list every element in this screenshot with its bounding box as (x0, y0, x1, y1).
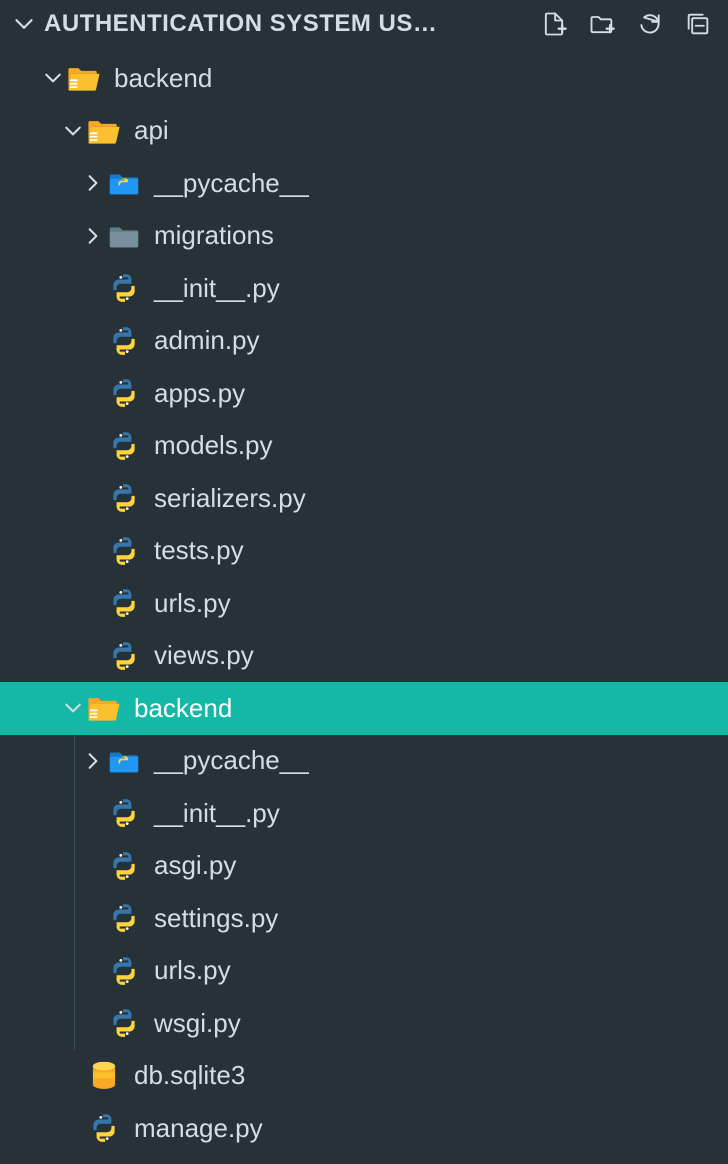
tree-row[interactable]: settings.py (0, 892, 728, 945)
chevron-down-icon[interactable] (60, 695, 86, 721)
file-tree: backend api __pycache__ migrations __init__.… (0, 48, 728, 1155)
tree-row[interactable]: urls.py (0, 577, 728, 630)
folder-open-icon (66, 60, 102, 96)
tree-row[interactable]: tests.py (0, 525, 728, 578)
folder-open-icon (86, 113, 122, 149)
chevron-down-icon[interactable] (60, 118, 86, 144)
python-icon (106, 533, 142, 569)
python-icon (106, 848, 142, 884)
indent-guide (74, 945, 75, 998)
python-icon (106, 375, 142, 411)
explorer-actions (536, 6, 720, 42)
tree-item-label: admin.py (154, 325, 260, 356)
refresh-icon[interactable] (632, 6, 668, 42)
new-file-icon[interactable] (536, 6, 572, 42)
tree-row[interactable]: __init__.py (0, 262, 728, 315)
tree-item-label: migrations (154, 220, 274, 251)
chevron-right-icon[interactable] (80, 223, 106, 249)
tree-item-label: backend (114, 63, 212, 94)
chevron-down-icon[interactable] (40, 65, 66, 91)
tree-item-label: urls.py (154, 955, 231, 986)
tree-item-label: tests.py (154, 535, 244, 566)
indent-guide (74, 840, 75, 893)
python-icon (106, 270, 142, 306)
new-folder-icon[interactable] (584, 6, 620, 42)
collapse-all-icon[interactable] (680, 6, 716, 42)
python-icon (106, 900, 142, 936)
python-icon (106, 638, 142, 674)
python-icon (106, 585, 142, 621)
tree-row[interactable]: api (0, 105, 728, 158)
python-icon (86, 1110, 122, 1146)
database-icon (86, 1058, 122, 1094)
tree-item-label: db.sqlite3 (134, 1060, 245, 1091)
python-icon (106, 480, 142, 516)
tree-row[interactable]: views.py (0, 630, 728, 683)
tree-row[interactable]: asgi.py (0, 840, 728, 893)
tree-row[interactable]: admin.py (0, 315, 728, 368)
tree-item-label: __init__.py (154, 273, 280, 304)
folder-open-icon (86, 690, 122, 726)
tree-item-label: urls.py (154, 588, 231, 619)
indent-guide (74, 787, 75, 840)
tree-row[interactable]: backend (0, 682, 728, 735)
tree-item-label: serializers.py (154, 483, 306, 514)
indent-guide (74, 892, 75, 945)
tree-item-label: settings.py (154, 903, 278, 934)
tree-item-label: __pycache__ (154, 745, 309, 776)
python-icon (106, 428, 142, 464)
tree-row[interactable]: urls.py (0, 945, 728, 998)
python-icon (106, 795, 142, 831)
indent-guide (74, 735, 75, 788)
indent-guide (74, 997, 75, 1050)
tree-item-label: __init__.py (154, 798, 280, 829)
tree-row[interactable]: migrations (0, 210, 728, 263)
tree-item-label: views.py (154, 640, 254, 671)
tree-row[interactable]: apps.py (0, 367, 728, 420)
tree-item-label: backend (134, 693, 232, 724)
tree-item-label: asgi.py (154, 850, 236, 881)
python-icon (106, 953, 142, 989)
tree-row[interactable]: manage.py (0, 1102, 728, 1155)
python-icon (106, 1005, 142, 1041)
explorer-header: AUTHENTICATION SYSTEM US… (0, 0, 728, 48)
tree-item-label: apps.py (154, 378, 245, 409)
tree-item-label: models.py (154, 430, 273, 461)
folder-icon (106, 218, 142, 254)
explorer-title: AUTHENTICATION SYSTEM US… (40, 10, 536, 38)
chevron-right-icon[interactable] (80, 170, 106, 196)
tree-row[interactable]: backend (0, 52, 728, 105)
tree-item-label: api (134, 115, 169, 146)
folder-py-icon (106, 743, 142, 779)
tree-row[interactable]: models.py (0, 420, 728, 473)
tree-row[interactable]: __init__.py (0, 787, 728, 840)
tree-row[interactable]: serializers.py (0, 472, 728, 525)
chevron-right-icon[interactable] (80, 748, 106, 774)
tree-row[interactable]: db.sqlite3 (0, 1050, 728, 1103)
folder-py-icon (106, 165, 142, 201)
tree-item-label: wsgi.py (154, 1008, 241, 1039)
tree-item-label: manage.py (134, 1113, 263, 1144)
tree-row[interactable]: __pycache__ (0, 157, 728, 210)
tree-row[interactable]: wsgi.py (0, 997, 728, 1050)
tree-row[interactable]: __pycache__ (0, 735, 728, 788)
header-collapse-chevron[interactable] (8, 14, 40, 34)
python-icon (106, 323, 142, 359)
tree-item-label: __pycache__ (154, 168, 309, 199)
